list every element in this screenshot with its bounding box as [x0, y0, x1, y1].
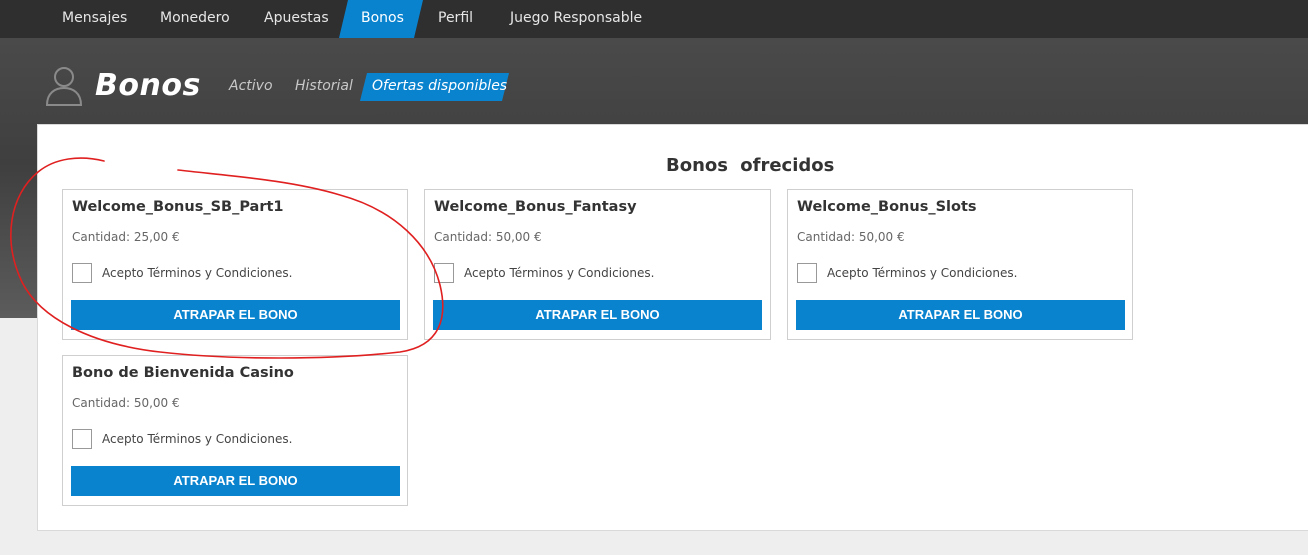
nav-item-monedero[interactable]: Monedero — [160, 0, 230, 37]
claim-bonus-button[interactable]: ATRAPAR EL BONO — [433, 300, 762, 330]
claim-bonus-button[interactable]: ATRAPAR EL BONO — [71, 466, 400, 496]
bonus-card: Welcome_Bonus_SB_Part1 Cantidad: 25,00 €… — [62, 189, 408, 340]
terms-label: Acepto Términos y Condiciones. — [464, 266, 655, 280]
bonus-card: Welcome_Bonus_Fantasy Cantidad: 50,00 € … — [424, 189, 771, 340]
bonus-name: Welcome_Bonus_SB_Part1 — [72, 199, 284, 215]
bonus-amount: Cantidad: 50,00 € — [72, 396, 180, 410]
tab-activo[interactable]: Activo — [229, 78, 273, 94]
terms-label: Acepto Términos y Condiciones. — [102, 266, 293, 280]
bonus-name: Welcome_Bonus_Slots — [797, 199, 977, 215]
page-title: Bonos — [95, 68, 201, 103]
top-navigation: Mensajes Monedero Apuestas Bonos Perfil … — [0, 0, 1308, 38]
bonus-name: Bono de Bienvenida Casino — [72, 365, 294, 381]
bonus-amount: Cantidad: 50,00 € — [434, 230, 542, 244]
user-icon-glyph — [45, 67, 83, 106]
bonus-card: Welcome_Bonus_Slots Cantidad: 50,00 € Ac… — [787, 189, 1133, 340]
terms-checkbox[interactable] — [72, 263, 92, 283]
nav-item-juego-responsable[interactable]: Juego Responsable — [510, 0, 642, 37]
nav-item-bonos[interactable]: Bonos — [361, 0, 404, 37]
nav-item-mensajes[interactable]: Mensajes — [62, 0, 127, 37]
bonus-name: Welcome_Bonus_Fantasy — [434, 199, 637, 215]
terms-label: Acepto Términos y Condiciones. — [827, 266, 1018, 280]
bonus-card: Bono de Bienvenida Casino Cantidad: 50,0… — [62, 355, 408, 506]
claim-bonus-button[interactable]: ATRAPAR EL BONO — [71, 300, 400, 330]
nav-item-perfil[interactable]: Perfil — [438, 0, 473, 37]
tab-historial[interactable]: Historial — [295, 78, 353, 94]
section-title: Bonos ofrecidos — [666, 155, 835, 176]
bonus-amount: Cantidad: 25,00 € — [72, 230, 180, 244]
tab-ofertas-disponibles[interactable]: Ofertas disponibles — [372, 78, 507, 94]
terms-label: Acepto Términos y Condiciones. — [102, 432, 293, 446]
terms-checkbox[interactable] — [797, 263, 817, 283]
terms-checkbox[interactable] — [72, 429, 92, 449]
claim-bonus-button[interactable]: ATRAPAR EL BONO — [796, 300, 1125, 330]
nav-item-apuestas[interactable]: Apuestas — [264, 0, 329, 37]
bonus-amount: Cantidad: 50,00 € — [797, 230, 905, 244]
terms-checkbox[interactable] — [434, 263, 454, 283]
